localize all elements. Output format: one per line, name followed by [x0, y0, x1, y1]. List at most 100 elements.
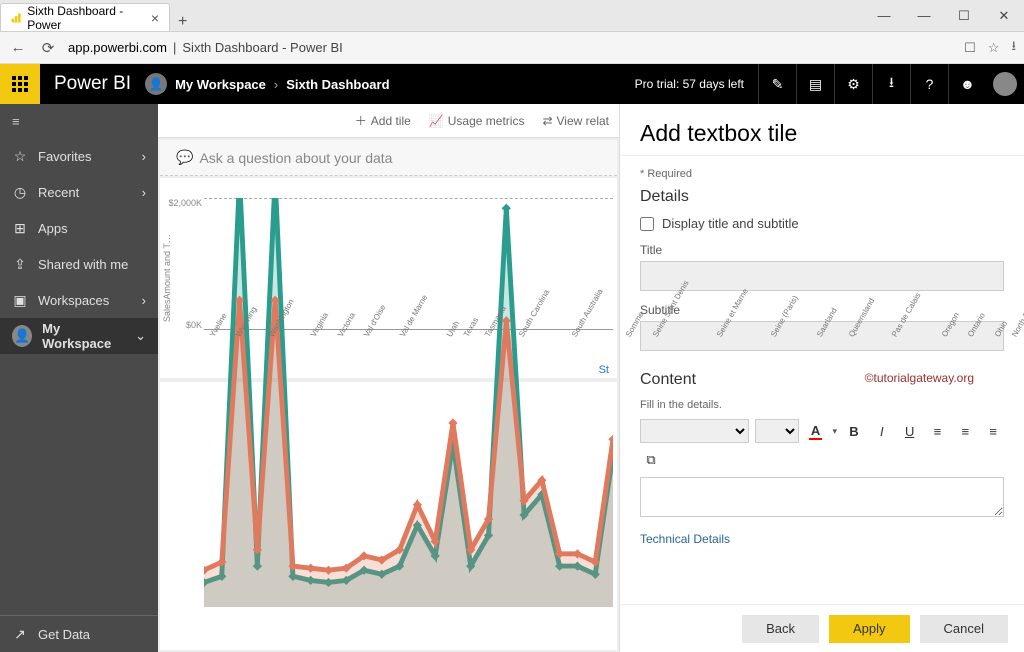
- download-icon[interactable]: ⭳: [872, 64, 910, 104]
- dashboard-content: ＋Add tile 📈Usage metrics ⇄View relat 💬 A…: [158, 104, 619, 652]
- cancel-button[interactable]: Cancel: [920, 615, 1008, 643]
- chevron-right-icon: ›: [142, 149, 146, 164]
- brand-label: Power BI: [40, 73, 145, 95]
- close-window-icon[interactable]: ✕: [984, 0, 1024, 31]
- sidebar-get-data[interactable]: ↗Get Data: [0, 616, 158, 652]
- panel-buttons: Back Apply Cancel: [620, 604, 1024, 652]
- chevron-down-icon: ⌄: [135, 328, 146, 344]
- back-icon[interactable]: ←: [8, 39, 28, 56]
- sidebar: ≡ ☆ Favorites › ◷ Recent › ⊞ Apps ⇪ Shared with m…: [0, 104, 158, 652]
- qna-input[interactable]: 💬 Ask a question about your data: [160, 140, 617, 176]
- display-title-label: Display title and subtitle: [662, 216, 799, 231]
- rte-textarea[interactable]: [640, 477, 1004, 517]
- sidebar-item-recent[interactable]: ◷ Recent ›: [0, 174, 158, 210]
- sidebar-item-label: Apps: [38, 221, 68, 236]
- get-data-icon: ↗: [12, 626, 28, 643]
- font-family-select[interactable]: [640, 419, 749, 443]
- chart-xticks: YvelineWyomingWashingtonVirginiaVictoria…: [204, 330, 613, 378]
- sidebar-item-label: Recent: [38, 185, 79, 200]
- content-toolbar: ＋Add tile 📈Usage metrics ⇄View relat: [158, 104, 619, 138]
- sidebar-item-label: Workspaces: [38, 293, 109, 308]
- chart-tile[interactable]: SalesAmount and T… $2,000K $0K YvelineWy…: [160, 178, 617, 378]
- details-heading: Details: [640, 188, 1004, 206]
- sidebar-item-workspaces[interactable]: ▣ Workspaces ›: [0, 282, 158, 318]
- sidebar-item-apps[interactable]: ⊞ Apps: [0, 210, 158, 246]
- maximize-icon[interactable]: ☐: [944, 0, 984, 31]
- chevron-right-icon: ›: [142, 293, 146, 308]
- breadcrumb-workspace[interactable]: My Workspace: [175, 77, 266, 92]
- url-path: Sixth Dashboard - Power BI: [182, 40, 342, 55]
- sidebar-item-label: Favorites: [38, 149, 91, 164]
- related-icon: ⇄: [542, 114, 552, 128]
- font-color-button[interactable]: A: [805, 420, 827, 442]
- bold-button[interactable]: B: [843, 420, 865, 442]
- edit-icon[interactable]: ✎: [758, 64, 796, 104]
- share-icon: ⇪: [12, 256, 28, 273]
- display-title-input[interactable]: [640, 217, 654, 231]
- sidebar-collapse-icon[interactable]: ≡: [0, 104, 158, 138]
- stack-icon: ▣: [12, 292, 28, 309]
- new-tab-button[interactable]: +: [170, 13, 195, 31]
- window-line-icon[interactable]: —: [864, 0, 904, 31]
- star-icon: ☆: [12, 148, 28, 165]
- sidebar-item-my-workspace[interactable]: 👤My Workspace ⌄: [0, 318, 158, 354]
- breadcrumb-page[interactable]: Sixth Dashboard: [286, 77, 389, 92]
- required-note: * Required: [640, 168, 1004, 180]
- chevron-right-icon: ›: [274, 77, 278, 92]
- usage-metrics-button[interactable]: 📈Usage metrics: [429, 114, 525, 128]
- download-icon[interactable]: ⭳: [1011, 37, 1016, 59]
- profile-avatar[interactable]: [986, 64, 1024, 104]
- sidebar-item-favorites[interactable]: ☆ Favorites ›: [0, 138, 158, 174]
- user-avatar-icon: 👤: [145, 73, 167, 95]
- qna-placeholder: Ask a question about your data: [199, 150, 392, 166]
- chart-ylabel: SalesAmount and T…: [160, 178, 174, 378]
- fill-note: Fill in the details.: [640, 399, 1004, 411]
- comment-icon[interactable]: ▤: [796, 64, 834, 104]
- panel-title: Add textbox tile: [640, 120, 1004, 147]
- chart-yticks: $2,000K $0K: [174, 198, 204, 330]
- minimize-icon[interactable]: —: [904, 0, 944, 31]
- underline-button[interactable]: U: [899, 420, 921, 442]
- tile-footer-link[interactable]: St: [599, 364, 609, 376]
- align-center-button[interactable]: ≡: [954, 420, 976, 442]
- star-icon[interactable]: ☆: [988, 40, 1000, 56]
- url-domain: app.powerbi.com: [68, 40, 167, 55]
- sidebar-my-workspace-label: My Workspace: [42, 321, 125, 351]
- rte-toolbar: A ▾ B I U ≡ ≡ ≡: [640, 419, 1004, 443]
- window-controls: — — ☐ ✕: [864, 0, 1024, 31]
- smile-icon[interactable]: ☻: [948, 64, 986, 104]
- chat-icon: 💬: [176, 149, 193, 166]
- breadcrumb: 👤 My Workspace › Sixth Dashboard: [145, 73, 389, 95]
- reload-icon[interactable]: ⟳: [38, 39, 58, 57]
- font-size-select[interactable]: [755, 419, 799, 443]
- align-left-button[interactable]: ≡: [927, 420, 949, 442]
- apps-icon: ⊞: [12, 220, 28, 237]
- browser-titlebar: Sixth Dashboard - Power × + — — ☐ ✕: [0, 0, 1024, 32]
- align-right-button[interactable]: ≡: [982, 420, 1004, 442]
- browser-toolbar: ← ⟳ app.powerbi.com | Sixth Dashboard - …: [0, 32, 1024, 64]
- gear-icon[interactable]: ⚙: [834, 64, 872, 104]
- technical-details-link[interactable]: Technical Details: [640, 532, 730, 546]
- help-icon[interactable]: ?: [910, 64, 948, 104]
- sidebar-item-shared-with-me[interactable]: ⇪ Shared with me: [0, 246, 158, 282]
- back-button[interactable]: Back: [742, 615, 819, 643]
- bookmark-icon[interactable]: ☐: [964, 40, 976, 56]
- italic-button[interactable]: I: [871, 420, 893, 442]
- add-tile-button[interactable]: ＋Add tile: [355, 112, 411, 129]
- chevron-right-icon: ›: [142, 185, 146, 200]
- caret-down-icon[interactable]: ▾: [833, 426, 838, 437]
- view-related-button[interactable]: ⇄View relat: [542, 114, 609, 128]
- clock-icon: ◷: [12, 184, 28, 201]
- apply-button[interactable]: Apply: [829, 615, 910, 643]
- browser-tab-title: Sixth Dashboard - Power: [27, 4, 141, 32]
- display-title-checkbox[interactable]: Display title and subtitle: [640, 216, 1004, 231]
- browser-tab[interactable]: Sixth Dashboard - Power ×: [0, 3, 170, 31]
- app-launcher-icon[interactable]: [0, 64, 40, 104]
- sidebar-item-label: Shared with me: [38, 257, 128, 272]
- address-bar[interactable]: app.powerbi.com | Sixth Dashboard - Powe…: [68, 40, 954, 55]
- close-tab-icon[interactable]: ×: [151, 10, 159, 26]
- add-textbox-panel: Add textbox tile * Required Details Disp…: [619, 104, 1024, 652]
- plus-icon: ＋: [355, 112, 367, 129]
- trial-status: Pro trial: 57 days left: [621, 77, 758, 91]
- link-button[interactable]: ⧉: [640, 449, 662, 471]
